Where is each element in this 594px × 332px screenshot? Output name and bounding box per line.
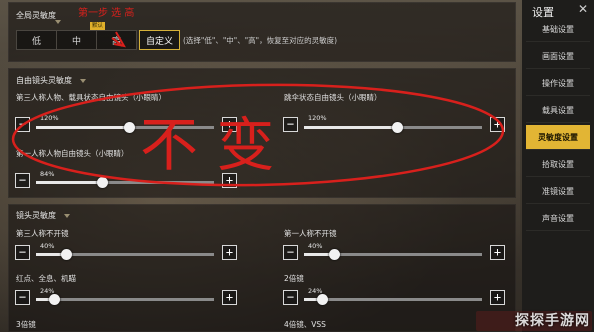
- slider-track[interactable]: [304, 122, 482, 133]
- increase-button[interactable]: +: [222, 117, 237, 132]
- camera-title: 镜头灵敏度: [16, 211, 56, 220]
- slider-label: 第三人称不开镜: [16, 229, 69, 238]
- sidebar-item-controls[interactable]: 操作设置: [526, 71, 590, 96]
- slider-fill: [36, 181, 102, 184]
- slider-label: 第一人称不开镜: [284, 229, 337, 238]
- slider-label: 4倍镜、VSS: [284, 320, 326, 329]
- sidebar-item-scope[interactable]: 准镜设置: [526, 179, 590, 204]
- slider-label: 第一人称人物自由镜头（小眼睛）: [16, 149, 129, 158]
- preset-high-button[interactable]: 高: [96, 30, 137, 50]
- decrease-button[interactable]: −: [15, 117, 30, 132]
- sidebar-item-sensitivity[interactable]: 灵敏度设置: [526, 125, 590, 150]
- decrease-button[interactable]: −: [15, 173, 30, 188]
- slider-fill: [304, 126, 397, 129]
- close-icon[interactable]: ✕: [578, 2, 588, 16]
- preset-low-button[interactable]: 低: [16, 30, 57, 50]
- slider-handle[interactable]: [391, 122, 403, 133]
- increase-button[interactable]: +: [490, 290, 505, 305]
- decrease-button[interactable]: −: [283, 290, 298, 305]
- slider-label: 2倍镜: [284, 274, 304, 283]
- increase-button[interactable]: +: [222, 173, 237, 188]
- camera-panel: [8, 204, 516, 332]
- freelook-panel: [8, 68, 516, 198]
- increase-button[interactable]: +: [490, 117, 505, 132]
- slider-label: 红点、全息、机瞄: [16, 274, 76, 283]
- default-badge: 默认: [90, 22, 106, 30]
- slider-fill: [36, 126, 129, 129]
- decrease-button[interactable]: −: [283, 245, 298, 260]
- sidebar-item-graphics[interactable]: 画面设置: [526, 44, 590, 69]
- slider-percent: 120%: [308, 114, 327, 122]
- slider-label: 第三人称人物、载具状态自由镜头（小眼睛）: [16, 93, 166, 102]
- collapse-icon[interactable]: [64, 214, 70, 218]
- preset-custom-button[interactable]: 自定义: [139, 30, 180, 50]
- decrease-button[interactable]: −: [283, 117, 298, 132]
- settings-sidebar: 设置 ✕ 基础设置 画面设置 操作设置 载具设置 灵敏度设置 拾取设置 准镜设置…: [522, 0, 594, 332]
- freelook-title: 自由镜头灵敏度: [16, 76, 72, 85]
- global-sensitivity-title: 全局灵敏度: [16, 11, 56, 20]
- slider-track[interactable]: [36, 249, 214, 260]
- increase-button[interactable]: +: [490, 245, 505, 260]
- slider-percent: 84%: [40, 170, 55, 178]
- slider-handle[interactable]: [123, 122, 135, 133]
- watermark: 探探手游网: [515, 313, 590, 329]
- slider-percent: 120%: [40, 114, 59, 122]
- slider-label: 3倍镜: [16, 320, 36, 329]
- slider-handle[interactable]: [316, 294, 328, 305]
- slider-handle[interactable]: [96, 177, 108, 188]
- slider-track[interactable]: [36, 294, 214, 305]
- slider-percent: 40%: [40, 242, 55, 250]
- sidebar-item-vehicle[interactable]: 载具设置: [526, 98, 590, 123]
- slider-track[interactable]: [304, 249, 482, 260]
- slider-label: 跳伞状态自由镜头（小眼睛）: [284, 93, 382, 102]
- slider-handle[interactable]: [48, 294, 60, 305]
- slider-percent: 40%: [308, 242, 323, 250]
- preset-hint: (选择"低"、"中"、"高"，恢复至对应的灵敏度): [183, 36, 338, 45]
- slider-track[interactable]: [304, 294, 482, 305]
- collapse-icon[interactable]: [80, 79, 86, 83]
- increase-button[interactable]: +: [222, 245, 237, 260]
- sidebar-item-sound[interactable]: 声音设置: [526, 206, 590, 231]
- decrease-button[interactable]: −: [15, 245, 30, 260]
- collapse-icon[interactable]: [55, 20, 61, 24]
- slider-track[interactable]: [36, 122, 214, 133]
- sidebar-item-basic[interactable]: 基础设置: [526, 17, 590, 42]
- slider-track[interactable]: [36, 177, 214, 188]
- decrease-button[interactable]: −: [15, 290, 30, 305]
- sidebar-item-pickup[interactable]: 拾取设置: [526, 152, 590, 177]
- increase-button[interactable]: +: [222, 290, 237, 305]
- preset-medium-button[interactable]: 中: [56, 30, 97, 50]
